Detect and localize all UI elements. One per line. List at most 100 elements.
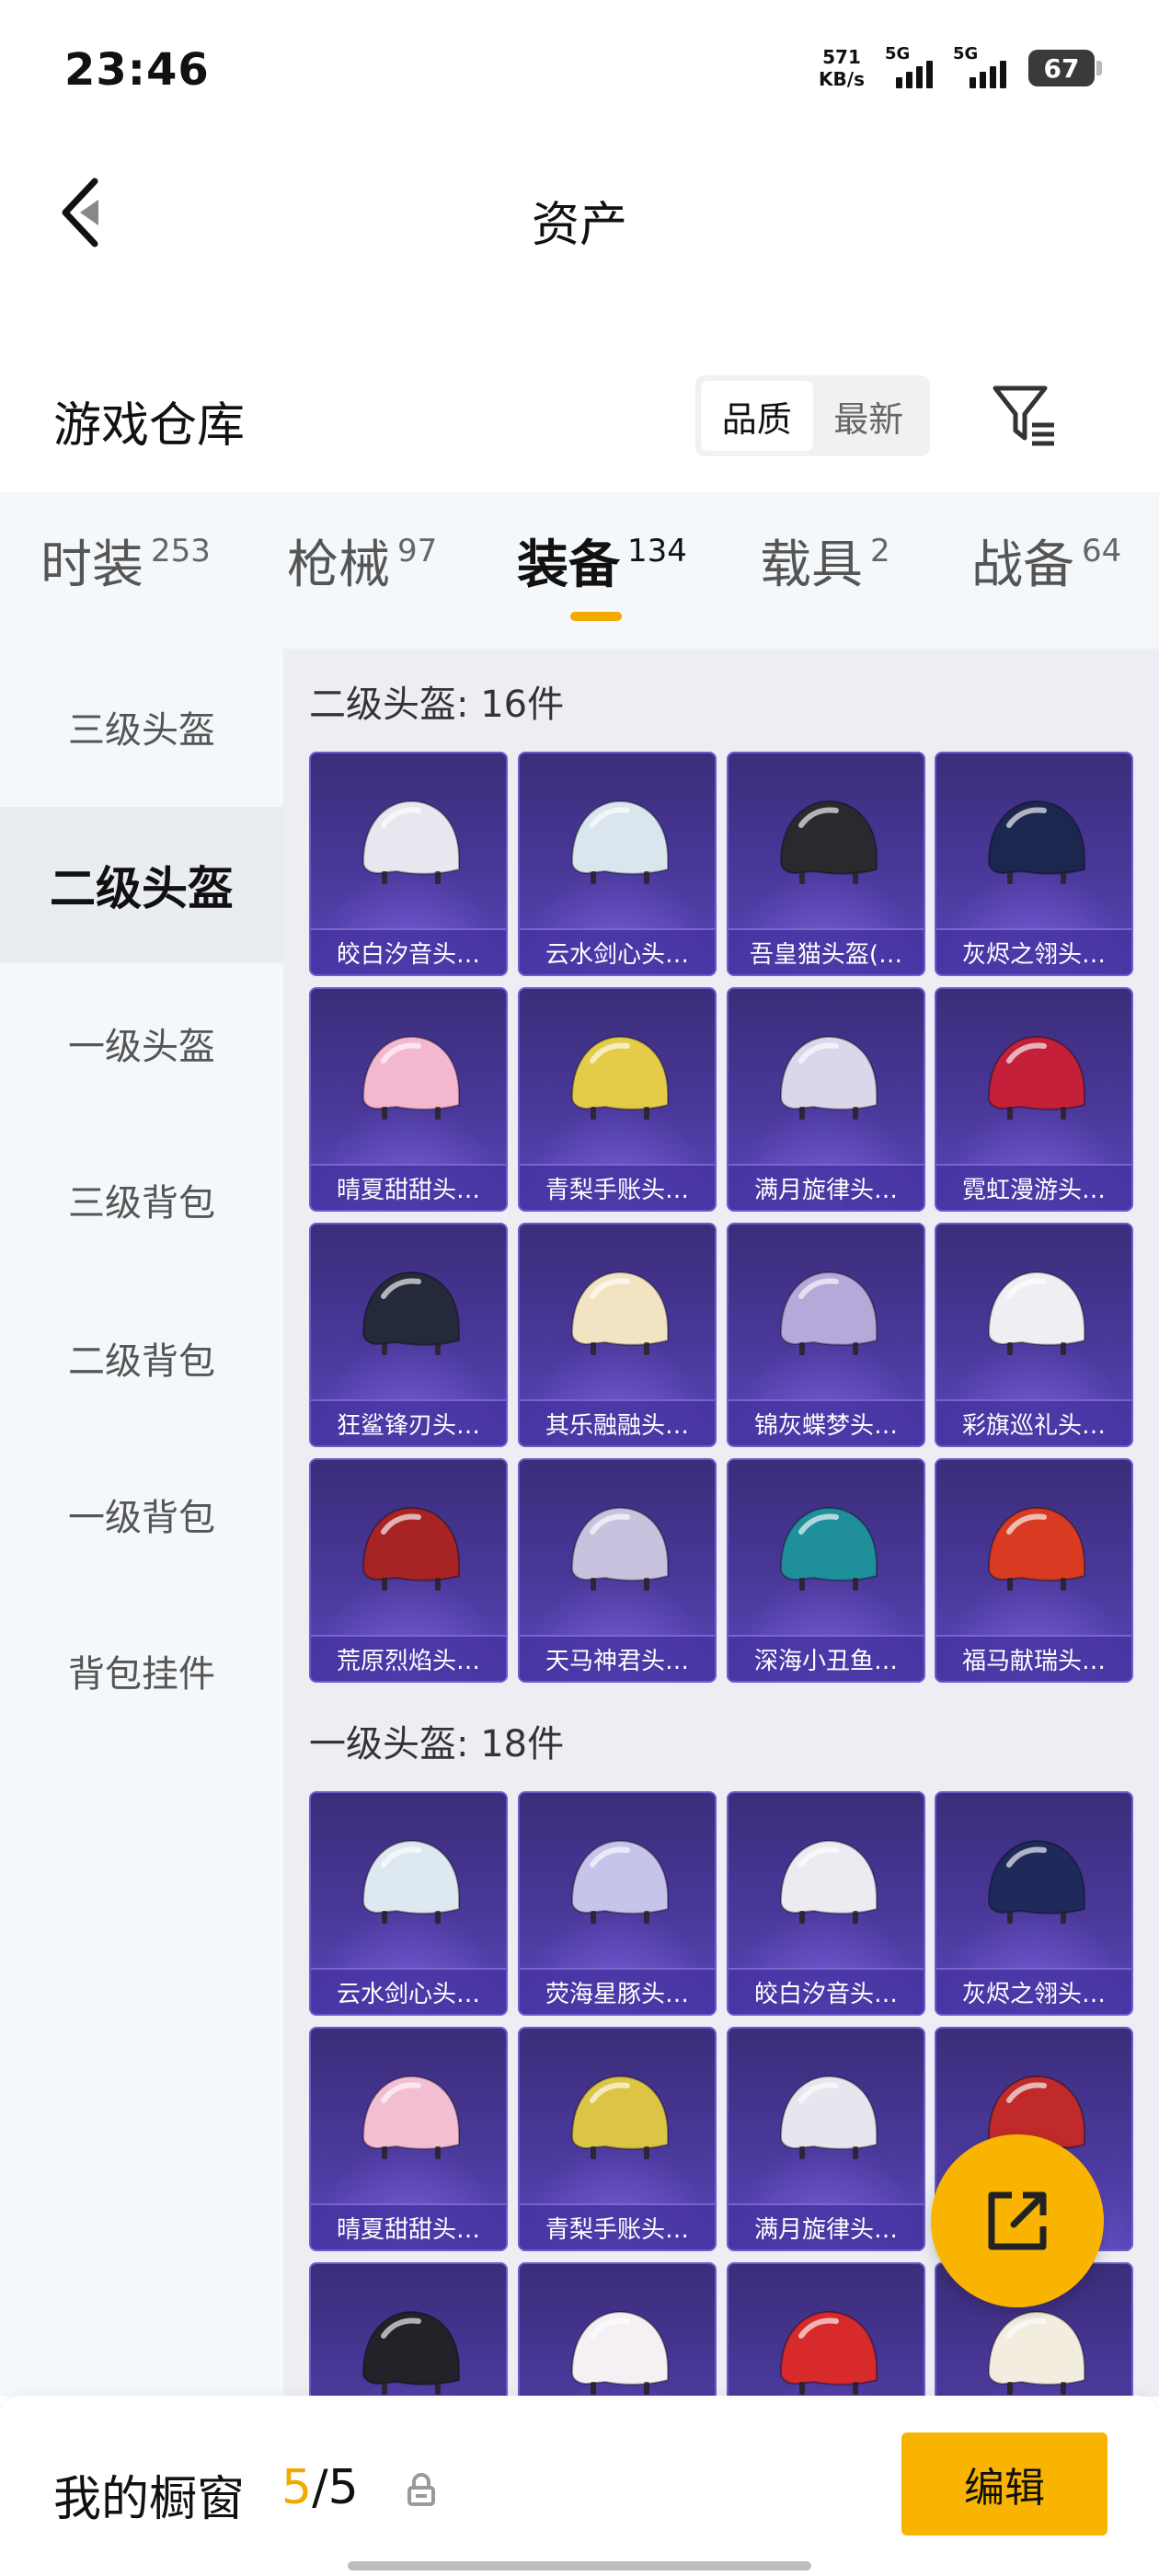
item-name: 狂鲨锋刃头…	[311, 1399, 506, 1445]
helmet-icon	[779, 1506, 878, 1591]
item-card[interactable]: 青梨手账头…	[518, 987, 717, 1212]
item-name: 皎白汐音头…	[311, 928, 506, 974]
item-name: 吾皇猫头盔(…	[729, 928, 924, 974]
item-card[interactable]: 荒原烈焰头…	[309, 1458, 508, 1683]
item-name: 深海小丑鱼…	[729, 1635, 924, 1681]
item-name: 彩旗巡礼头…	[936, 1399, 1131, 1445]
item-card[interactable]: 云水剑心头…	[309, 1791, 508, 2016]
helmet-icon	[570, 2075, 669, 2159]
showcase-count: 5/5	[281, 2460, 359, 2515]
helmet-icon	[570, 1839, 669, 1924]
network-speed: 571 KB/s	[819, 46, 865, 90]
item-name: 天马神君头…	[520, 1635, 715, 1681]
battery-icon: 67	[1028, 50, 1102, 86]
tab-supplies[interactable]: 战备 64	[971, 533, 1122, 595]
item-name: 灰烬之翎头…	[936, 1968, 1131, 2014]
helmet-icon	[361, 2310, 460, 2395]
helmet-icon	[779, 1839, 878, 1924]
tab-count: 64	[1082, 533, 1122, 569]
helmet-icon	[987, 799, 1085, 884]
lock-icon	[407, 2473, 435, 2506]
helmet-icon	[987, 1035, 1085, 1120]
tab-count: 97	[397, 533, 438, 569]
sidebar-item-backpack-lv2[interactable]: 二级背包	[0, 1280, 283, 1436]
sidebar-item-helmet-lv3[interactable]: 三级头盔	[0, 649, 283, 805]
item-card[interactable]: 晴夏甜甜头…	[309, 2027, 508, 2251]
item-card[interactable]: 晴夏甜甜头…	[309, 987, 508, 1212]
item-name: 霓虹漫游头…	[936, 1164, 1131, 1210]
item-card[interactable]: 皎白汐音头…	[727, 1791, 925, 2016]
item-card[interactable]: 云水剑心头…	[518, 752, 717, 976]
status-icons: 571 KB/s 5G 5G 67	[819, 44, 1102, 90]
sort-option-latest[interactable]: 最新	[813, 381, 925, 451]
network-speed-value: 571	[822, 46, 861, 68]
filter-button[interactable]	[988, 379, 1061, 453]
showcase-label: 我的橱窗	[53, 2472, 246, 2527]
item-card[interactable]: 灰烬之翎头…	[935, 752, 1133, 976]
item-card[interactable]: 彩旗巡礼头…	[935, 1223, 1133, 1447]
showcase-current: 5	[281, 2460, 313, 2515]
helmet-icon	[779, 1271, 878, 1355]
item-name: 其乐融融头…	[520, 1399, 715, 1445]
item-name: 福马献瑞头…	[936, 1635, 1131, 1681]
helmet-icon	[987, 1506, 1085, 1591]
home-indicator	[348, 2561, 811, 2570]
item-card[interactable]	[727, 2262, 925, 2397]
item-card[interactable]: 吾皇猫头盔(…	[727, 752, 925, 976]
item-card[interactable]: 青梨手账头…	[518, 2027, 717, 2251]
item-name: 满月旋律头…	[729, 2203, 924, 2249]
helmet-icon	[570, 1506, 669, 1591]
battery-level: 67	[1043, 52, 1080, 84]
sidebar-item-helmet-lv1[interactable]: 一级头盔	[0, 965, 283, 1121]
helmet-icon	[361, 2075, 460, 2159]
status-bar: 23:46 571 KB/s 5G 5G 67	[0, 0, 1159, 138]
sidebar-item-backpack-pendant[interactable]: 背包挂件	[0, 1593, 283, 1749]
helmet-icon	[361, 1271, 460, 1355]
item-card[interactable]: 锦灰蝶梦头…	[727, 1223, 925, 1447]
item-card[interactable]	[518, 2262, 717, 2397]
filter-icon	[993, 385, 1054, 446]
item-card[interactable]: 深海小丑鱼…	[727, 1458, 925, 1683]
item-card[interactable]: 满月旋律头…	[727, 987, 925, 1212]
helmet-icon	[361, 1839, 460, 1924]
helmet-icon	[779, 799, 878, 884]
item-card[interactable]: 灰烬之翎头…	[935, 1791, 1133, 2016]
item-card[interactable]	[309, 2262, 508, 2397]
helmet-icon	[779, 2310, 878, 2395]
item-name: 晴夏甜甜头…	[311, 2203, 506, 2249]
signal-icon: 5G	[885, 44, 933, 88]
item-card[interactable]: 其乐融融头…	[518, 1223, 717, 1447]
item-card[interactable]: 荧海星豚头…	[518, 1791, 717, 2016]
helmet-icon	[570, 799, 669, 884]
sort-option-quality[interactable]: 品质	[701, 381, 813, 451]
helmet-icon	[987, 2310, 1085, 2395]
tab-guns[interactable]: 枪械 97	[287, 533, 438, 595]
group-title: 二级头盔: 16件	[309, 684, 565, 726]
tab-vehicles[interactable]: 载具 2	[760, 533, 890, 595]
tab-count: 2	[870, 533, 890, 569]
app-header: 资产	[0, 138, 1159, 285]
tab-label: 战备	[971, 535, 1074, 595]
page-title: 资产	[531, 198, 627, 253]
sidebar-item-backpack-lv1[interactable]: 一级背包	[0, 1436, 283, 1593]
edit-button[interactable]: 编辑	[901, 2432, 1107, 2536]
helmet-icon	[779, 2075, 878, 2159]
item-card[interactable]: 皎白汐音头…	[309, 752, 508, 976]
item-card[interactable]: 狂鲨锋刃头…	[309, 1223, 508, 1447]
item-name: 皎白汐音头…	[729, 1968, 924, 2014]
sidebar-item-backpack-lv3[interactable]: 三级背包	[0, 1121, 283, 1278]
tab-fashion[interactable]: 时装 253	[40, 533, 211, 595]
item-name: 晴夏甜甜头…	[311, 1164, 506, 1210]
item-card[interactable]: 满月旋律头…	[727, 2027, 925, 2251]
item-name: 云水剑心头…	[311, 1968, 506, 2014]
tab-equipment[interactable]: 装备 134	[517, 533, 687, 595]
item-card[interactable]: 福马献瑞头…	[935, 1458, 1133, 1683]
tab-label: 装备	[517, 535, 620, 595]
item-name: 灰烬之翎头…	[936, 928, 1131, 974]
sidebar-item-helmet-lv2[interactable]: 二级头盔	[0, 807, 283, 963]
item-card[interactable]: 天马神君头…	[518, 1458, 717, 1683]
item-card[interactable]: 霓虹漫游头…	[935, 987, 1133, 1212]
signal-icon-2: 5G	[953, 44, 1008, 88]
tab-count: 134	[627, 533, 687, 569]
share-button[interactable]	[931, 2134, 1104, 2307]
